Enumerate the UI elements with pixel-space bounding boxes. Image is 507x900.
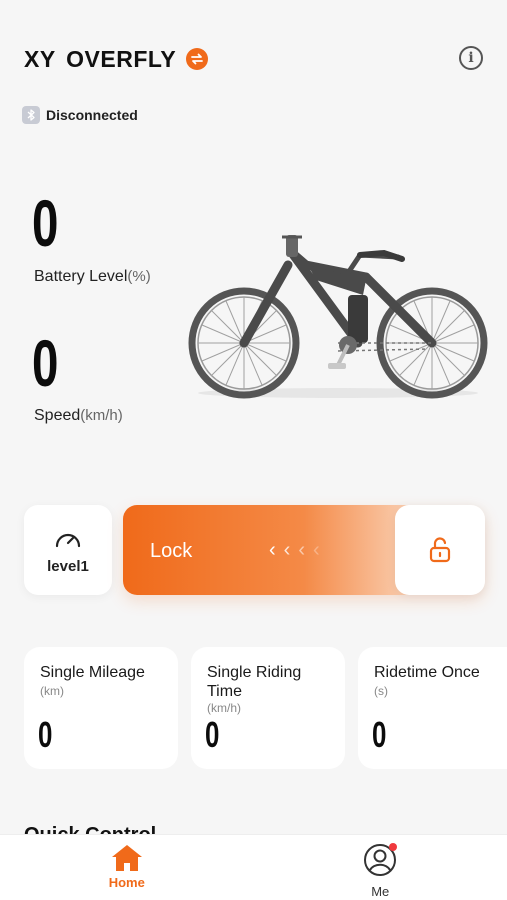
bottom-tab-bar: Home Me — [0, 834, 507, 900]
app-title: XY OVERFLY — [24, 45, 177, 72]
connection-status-text: Disconnected — [46, 107, 138, 123]
metric-value: 0 — [372, 714, 387, 755]
chevron-left-icon: ‹ — [313, 539, 328, 561]
metric-value: 0 — [38, 714, 53, 755]
connection-status: Disconnected — [22, 106, 138, 124]
metric-value: 0 — [205, 714, 220, 755]
info-icon[interactable]: i — [459, 46, 483, 70]
swipe-chevrons: ‹‹‹‹ — [269, 539, 328, 562]
tab-home[interactable]: Home — [0, 835, 254, 900]
speed-label-text: Speed — [34, 407, 81, 424]
tab-me-label: Me — [371, 884, 390, 899]
metric-unit: (s) — [374, 684, 388, 698]
assist-level-label: level1 — [47, 557, 89, 575]
metric-card-single-riding-time: Single Riding Time (km/h) 0 — [191, 647, 345, 769]
tab-home-label: Home — [108, 875, 145, 890]
assist-level-card[interactable]: level1 — [24, 505, 112, 595]
metric-title: Ridetime Once — [374, 664, 480, 681]
unlock-icon — [429, 537, 451, 563]
chevron-left-icon: ‹ — [298, 539, 314, 561]
metric-card-single-mileage: Single Mileage (km) 0 — [24, 647, 178, 769]
speed-label: Speed(km/h) — [34, 407, 123, 425]
switch-icon[interactable] — [186, 48, 209, 70]
metric-card-ridetime-once: Ridetime Once (s) 0 — [358, 647, 507, 769]
metric-unit: (km) — [40, 684, 64, 698]
battery-level-label-text: Battery Level — [34, 268, 128, 285]
battery-level-label: Battery Level(%) — [34, 268, 151, 286]
speed-value: 0 — [32, 326, 59, 400]
bike-illustration — [188, 235, 488, 399]
battery-level-value: 0 — [32, 186, 59, 260]
speedometer-icon — [55, 533, 81, 547]
bluetooth-icon — [22, 106, 40, 124]
chevron-left-icon: ‹ — [269, 539, 284, 561]
chevron-left-icon: ‹ — [283, 539, 299, 561]
lock-label: Lock — [150, 540, 193, 562]
user-icon-wrap — [363, 843, 398, 882]
home-icon — [111, 845, 142, 871]
header: XY OVERFLY i — [24, 44, 483, 74]
speed-unit: (km/h) — [80, 407, 123, 424]
lock-slider[interactable]: Lock ‹‹‹‹ — [123, 505, 485, 595]
metric-unit: (km/h) — [207, 701, 241, 715]
battery-level-unit: (%) — [127, 268, 151, 285]
metric-title: Single Riding Time — [207, 664, 302, 700]
unlock-slider-handle[interactable] — [395, 505, 485, 595]
metric-title: Single Mileage — [40, 664, 145, 681]
tab-me[interactable]: Me — [254, 835, 507, 900]
